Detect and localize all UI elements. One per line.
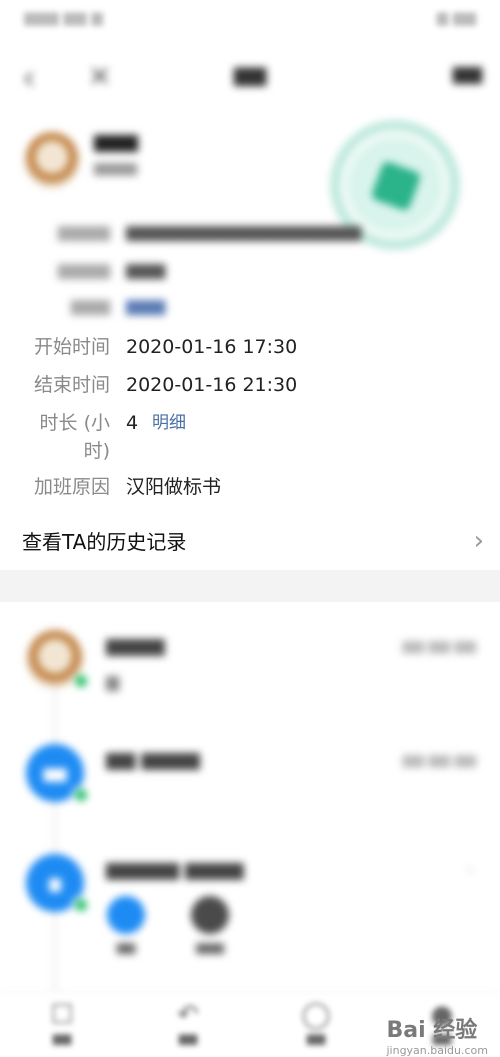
- section-divider: [0, 570, 500, 602]
- carrier-text-blurred: ▆▆▆ ▆▆ ▆: [24, 8, 103, 26]
- chevron-right-icon: ›: [473, 526, 484, 556]
- timeline-line: [54, 682, 56, 992]
- action-button[interactable]: ☐ ▆▆: [22, 999, 102, 1045]
- check-icon: [72, 672, 90, 690]
- reason-value: 汉阳做标书: [126, 476, 222, 498]
- detail-row-duration: 时长 (小 时) 4 明细: [0, 408, 500, 468]
- more-button-blurred[interactable]: ▆▆: [453, 62, 482, 84]
- check-icon: [72, 786, 90, 804]
- edit-icon: ☐: [50, 1000, 74, 1030]
- undo-icon: ↶: [177, 1000, 199, 1030]
- watermark: Bai 经验 jingyan.baidu.com: [386, 1012, 488, 1057]
- page-title-blurred: ▆▆: [233, 62, 267, 86]
- applicant-avatar: [24, 132, 80, 188]
- chevron-down-icon[interactable]: ⌄: [464, 860, 476, 876]
- duration-label-line1: 时长 (小: [39, 412, 110, 434]
- action-button[interactable]: ◯ ▆▆: [276, 999, 356, 1045]
- watermark-brand: Bai 经验: [386, 1018, 478, 1043]
- nav-bar: ‹ ✕ ▆▆ ▆▆: [0, 50, 500, 100]
- detail-row-blurred: ▆▆▆▆ ▆▆▆▆▆▆▆▆▆▆▆▆▆▆▆▆▆▆: [57, 222, 362, 242]
- reason-label: 加班原因: [33, 476, 110, 498]
- applicant-status-blurred: ▆▆▆▆: [94, 160, 138, 176]
- timeline-title-blurred: ▆▆▆▆: [106, 634, 165, 656]
- timeline-time-blurred: ▆▆ ▆▆ ▆▆: [402, 638, 477, 654]
- end-time-value: 2020-01-16 21:30: [126, 374, 298, 396]
- history-record-row[interactable]: 查看TA的历史记录 ›: [0, 520, 500, 564]
- timeline-subtitle-blurred: ▆: [106, 672, 120, 692]
- end-time-label: 结束时间: [33, 374, 110, 396]
- duration-detail-link[interactable]: 明细: [152, 408, 186, 438]
- watermark-url: jingyan.baidu.com: [386, 1044, 488, 1057]
- timeline-title-blurred: ▆▆▆▆▆ ▆▆▆▆: [106, 858, 244, 880]
- duration-label-line2: 时): [83, 440, 110, 462]
- battery-icon: ▆ ▆▆: [436, 8, 476, 26]
- start-time-label: 开始时间: [33, 336, 110, 358]
- applicant-section: ▆▆▆ ▆▆▆▆ ▆▆▆▆ ▆▆▆▆▆▆▆▆▆▆▆▆▆▆▆▆▆▆ ▆▆▆▆ ▆▆…: [0, 100, 500, 332]
- cc-person: ▆▆▆: [180, 896, 240, 954]
- applicant-name-blurred: ▆▆▆: [94, 130, 138, 152]
- stamp-glyph: [370, 160, 422, 212]
- check-icon: [72, 896, 90, 914]
- avatar: [191, 896, 229, 934]
- detail-row-blurred: ▆▆▆ ▆▆▆: [70, 296, 166, 316]
- detail-row-blurred: ▆▆▆▆ ▆▆▆: [57, 260, 166, 280]
- status-bar: ▆▆▆ ▆▆ ▆ ▆ ▆▆: [0, 0, 500, 40]
- approval-timeline: ▆▆▆▆ ▆ ▆▆ ▆▆ ▆▆ ▆▆ ▆▆ ▆▆▆▆ ▆▆ ▆▆ ▆▆ ▆ ▆▆…: [0, 602, 500, 992]
- comment-icon: ◯: [301, 1000, 331, 1030]
- start-time-value: 2020-01-16 17:30: [126, 336, 298, 358]
- timeline-time-blurred: ▆▆ ▆▆ ▆▆: [402, 752, 477, 768]
- cc-person: ▆▆: [96, 896, 156, 954]
- avatar: [107, 896, 145, 934]
- duration-value: 4: [126, 412, 139, 434]
- action-button[interactable]: ↶ ▆▆: [148, 999, 228, 1045]
- timeline-title-blurred: ▆▆ ▆▆▆▆: [106, 748, 200, 770]
- history-record-label: 查看TA的历史记录: [22, 530, 187, 554]
